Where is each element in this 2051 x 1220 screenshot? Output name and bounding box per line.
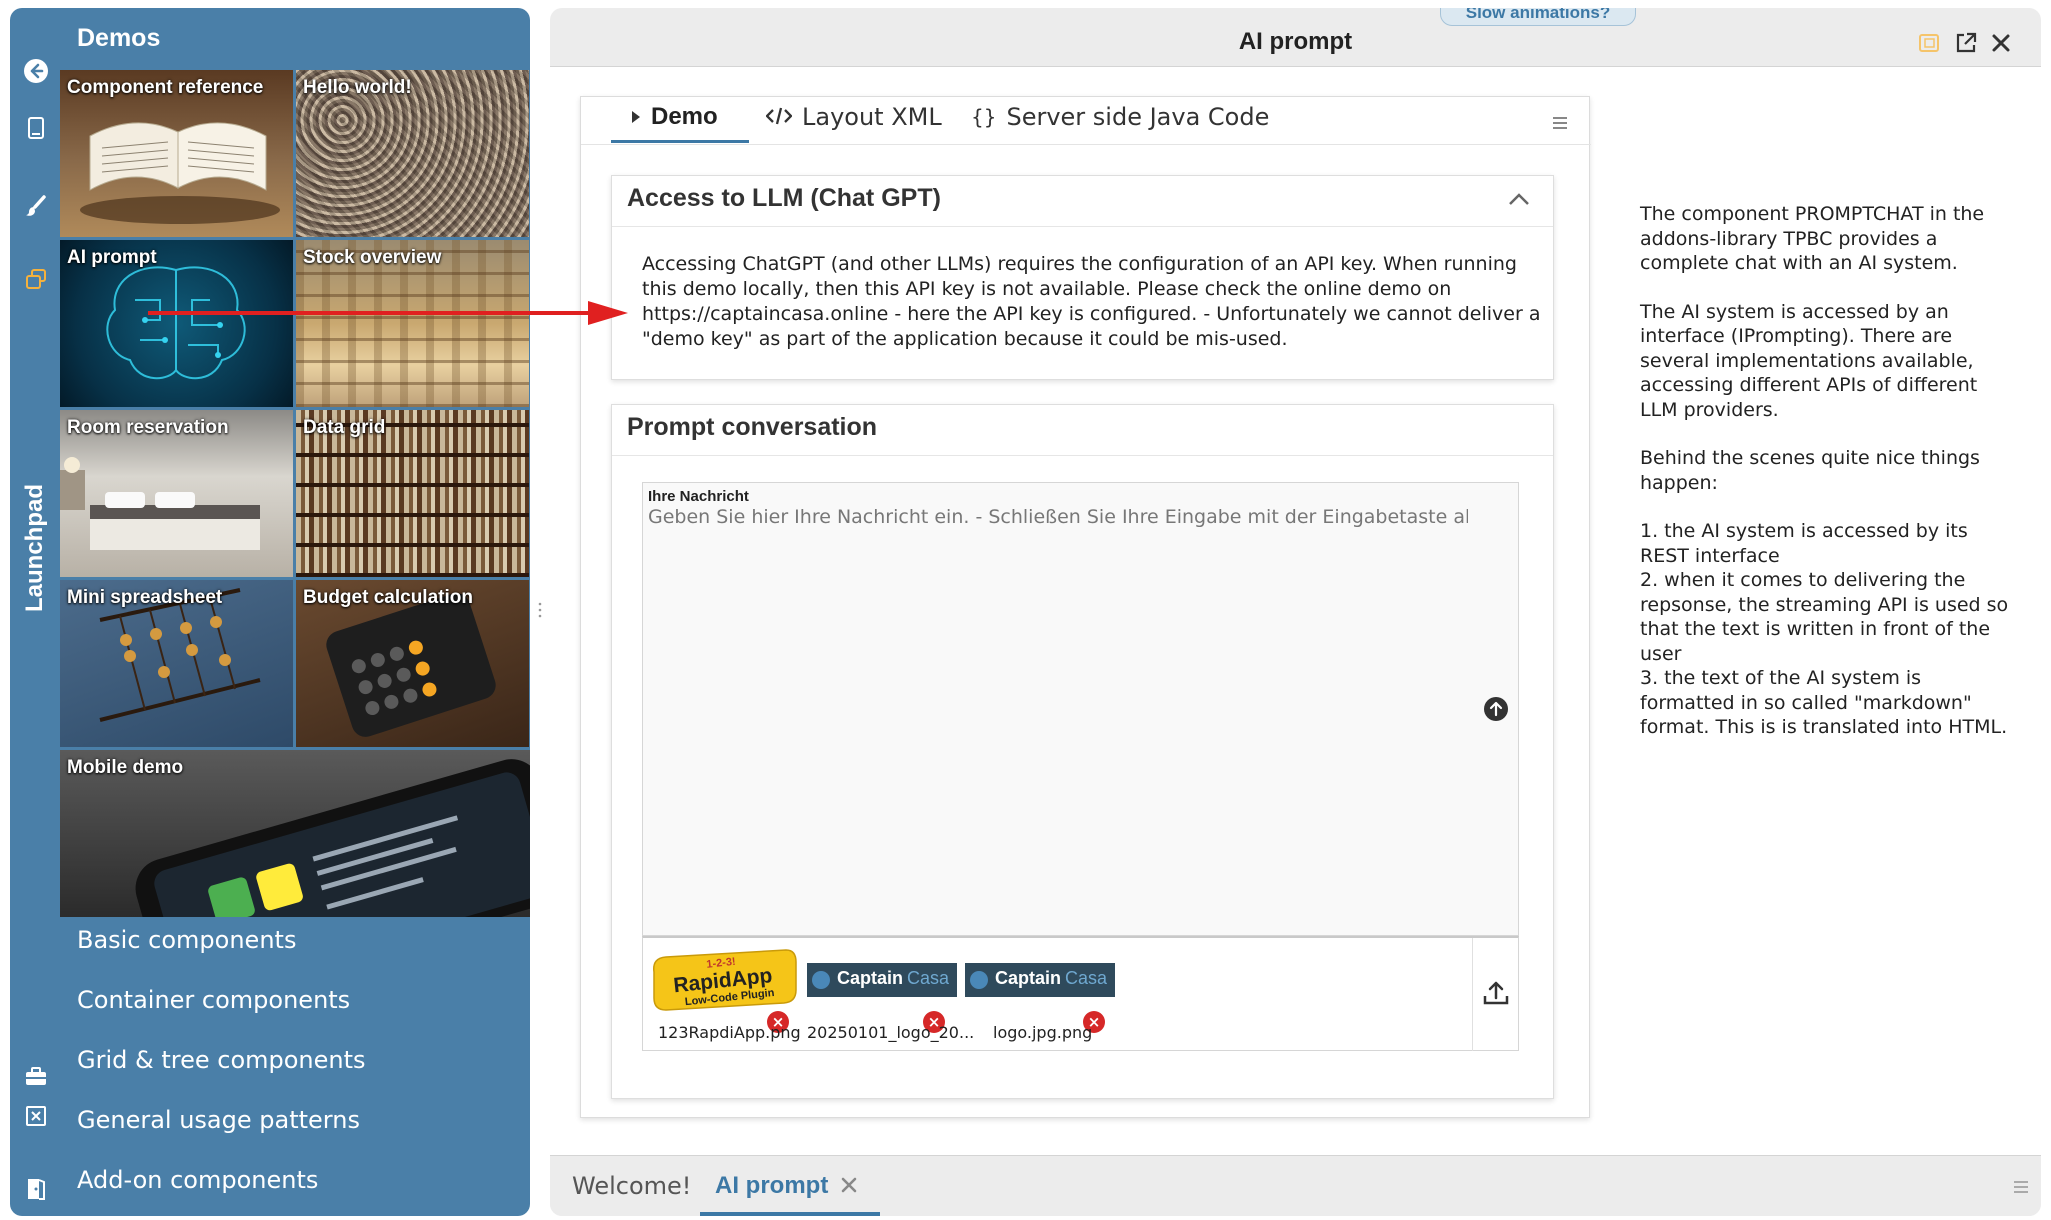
annotation-arrow xyxy=(148,301,628,325)
